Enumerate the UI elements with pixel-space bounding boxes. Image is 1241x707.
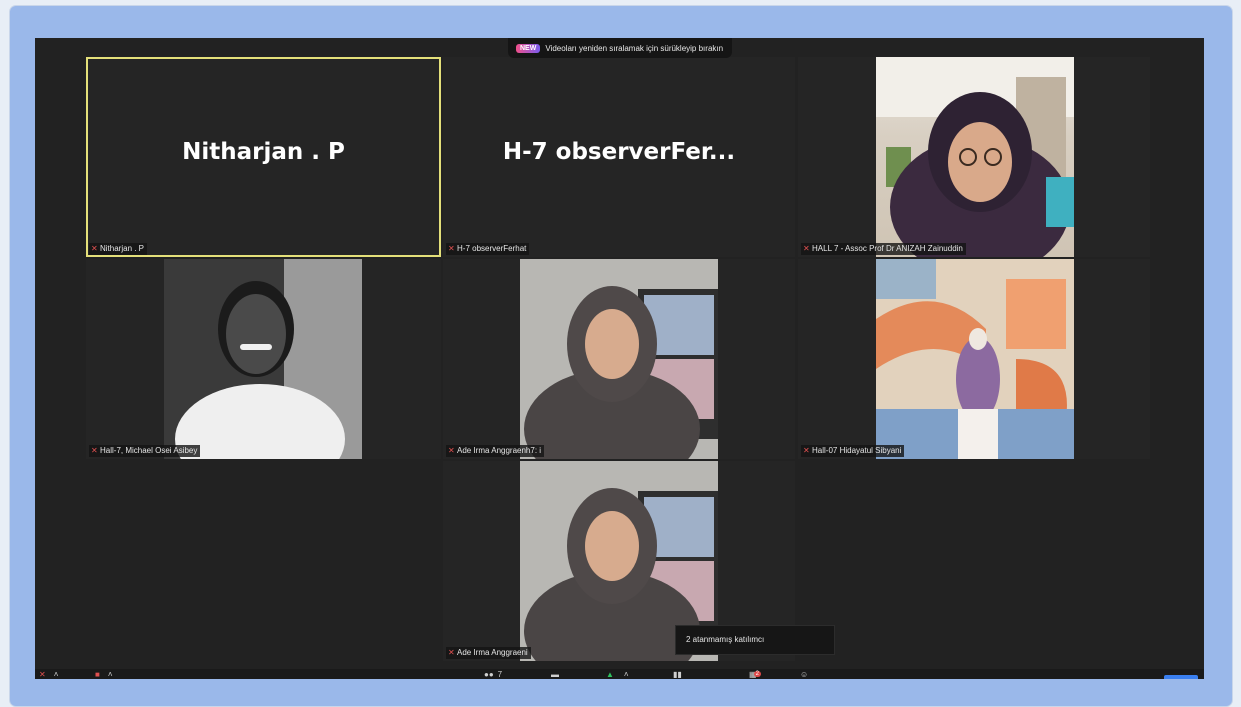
unassigned-participants-tooltip: 2 atanmamış katılımcı (675, 625, 835, 655)
caret-up-icon[interactable]: ˄ (624, 670, 629, 679)
mic-muted-icon: ✕ (91, 244, 98, 253)
participant-video (164, 259, 362, 459)
meeting-toolbar: ✕ ˄ ■ ˄ ●● 7 ▬ ▲ ˄ ▮▮ ▦ 2 ☺ (35, 669, 1204, 679)
participant-video (876, 57, 1074, 257)
mic-muted-icon: ✕ (448, 648, 455, 657)
video-tile-hidayatul[interactable]: ✕ Hall-07 Hidayatul Sibyani (798, 259, 1150, 459)
video-tile-nitharjan[interactable]: Nitharjan . P ✕ Nitharjan . P (86, 57, 441, 257)
participant-video-image (876, 259, 1074, 459)
mic-muted-icon: ✕ (448, 244, 455, 253)
participant-name-label: ✕ HALL 7 - Assoc Prof Dr ANIZAH Zainuddin (801, 243, 966, 255)
video-tile-anizah[interactable]: ✕ HALL 7 - Assoc Prof Dr ANIZAH Zainuddin (798, 57, 1150, 257)
stop-video-button[interactable]: ■ ˄ (95, 669, 113, 679)
participant-video-image (520, 259, 718, 459)
record-button[interactable]: ▮▮ (673, 669, 682, 679)
video-tile-observer-ferhat[interactable]: H-7 observerFer... ✕ H-7 observerFerhat (443, 57, 795, 257)
breakout-rooms-button[interactable]: ▦ 2 (749, 669, 761, 679)
participant-display-name: H-7 observerFer... (502, 139, 736, 165)
participants-button[interactable]: ●● 7 (484, 669, 502, 679)
participants-count: 7 (497, 669, 503, 679)
mic-muted-icon: ✕ (803, 446, 810, 455)
participant-video-image (876, 57, 1074, 257)
share-screen-button[interactable]: ▲ ˄ (606, 669, 629, 679)
participant-video-image (164, 259, 362, 459)
end-or-security-button[interactable] (1164, 675, 1198, 679)
share-screen-icon: ▲ (606, 669, 614, 679)
participant-name-label: ✕ Hall-7, Michael Osei Asibey (89, 445, 201, 457)
reactions-button[interactable]: ☺ (800, 669, 808, 679)
zoom-meeting-window: Nitharjan . P ✕ Nitharjan . P H-7 observe… (35, 38, 1204, 679)
mic-muted-icon: ✕ (448, 446, 455, 455)
video-off-icon: ■ (95, 669, 100, 679)
mic-muted-icon: ✕ (39, 669, 46, 679)
participant-video (520, 259, 718, 459)
chat-icon: ▬ (551, 669, 559, 679)
mic-muted-icon: ✕ (91, 446, 98, 455)
new-badge: NEW (516, 43, 541, 53)
participant-name-label: ✕ Hall-07 Hidayatul Sibyani (801, 445, 905, 457)
participant-name-label: ✕ Ade Irma Anggraenh7: i (446, 445, 545, 457)
participant-name-label: ✕ Ade Irma Anggraeni (446, 647, 531, 659)
mute-button[interactable]: ✕ ˄ (39, 669, 58, 679)
participant-name-label: ✕ Nitharjan . P (89, 243, 148, 255)
participant-display-name: Nitharjan . P (182, 139, 345, 165)
participant-name-label: ✕ H-7 observerFerhat (446, 243, 530, 255)
reactions-icon: ☺ (800, 669, 809, 679)
caret-up-icon[interactable]: ˄ (54, 670, 59, 679)
banner-text: Videoları yeniden sıralamak için sürükle… (545, 43, 724, 53)
participants-icon: ●● (484, 669, 494, 679)
breakout-badge: 2 (753, 671, 761, 677)
reorder-videos-banner: NEW Videoları yeniden sıralamak için sür… (508, 38, 732, 58)
chat-button[interactable]: ▬ (551, 669, 559, 679)
participant-video (876, 259, 1074, 459)
record-icon: ▮▮ (673, 669, 682, 679)
video-tile-ade-irma-1[interactable]: ✕ Ade Irma Anggraenh7: i (443, 259, 795, 459)
caret-up-icon[interactable]: ˄ (108, 670, 113, 679)
video-tile-michael[interactable]: ✕ Hall-7, Michael Osei Asibey (86, 259, 441, 459)
mic-muted-icon: ✕ (803, 244, 810, 253)
